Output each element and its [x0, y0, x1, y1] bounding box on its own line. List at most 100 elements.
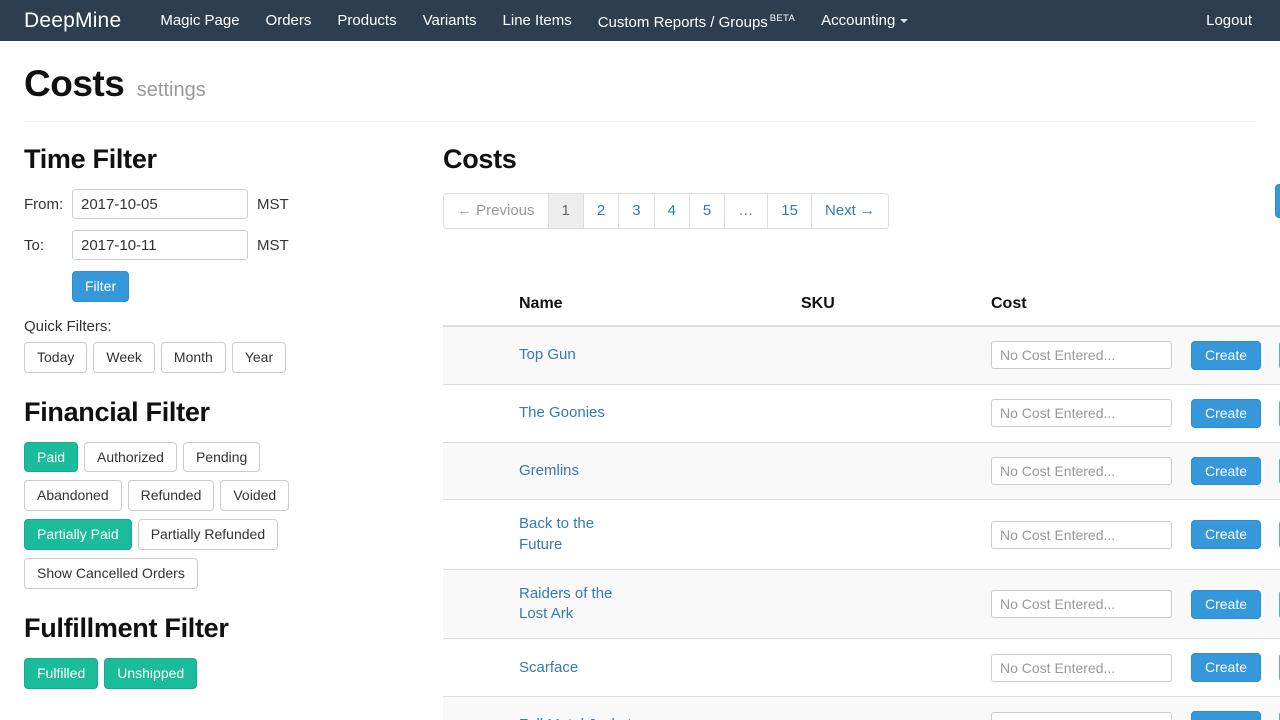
to-timezone-label: MST [257, 237, 289, 254]
costs-table-head: Name SKU Cost [443, 287, 1280, 326]
nav-link-accounting[interactable]: Accounting [808, 0, 921, 41]
pagination-next[interactable]: Next → [812, 194, 888, 228]
table-row: Raiders of the Lost Ark Create Per Variant [443, 569, 1280, 639]
page-header: Costs settings [24, 41, 1256, 122]
product-name-link[interactable]: Scarface [519, 658, 578, 678]
costs-panel: Costs ← Previous12345…15Next → Per Page:… [419, 122, 1280, 720]
column-header-sku: SKU [793, 287, 983, 326]
create-button[interactable]: Create [1191, 590, 1261, 619]
financial-filter-partially-refunded[interactable]: Partially Refunded [138, 519, 278, 550]
costs-panel-title: Costs [443, 144, 1280, 175]
cell-cost [983, 384, 1183, 442]
quick-filter-month[interactable]: Month [161, 342, 226, 373]
logout-link[interactable]: Logout [1194, 0, 1264, 41]
nav-link-products[interactable]: Products [324, 0, 409, 41]
cell-create: Create [1183, 500, 1271, 570]
cell-per-variant: Per Variant [1271, 569, 1280, 639]
cell-name: Back to the Future [443, 500, 793, 570]
cost-input[interactable] [991, 457, 1172, 485]
nav-link-label: Custom Reports / Groups [598, 14, 768, 31]
beta-badge: BETA [770, 13, 795, 24]
fulfillment-filter-fulfilled[interactable]: Fulfilled [24, 658, 98, 689]
nav-link-magic-page[interactable]: Magic Page [147, 0, 252, 41]
brand-logo[interactable]: DeepMine [24, 9, 121, 33]
financial-filter-partially-paid[interactable]: Partially Paid [24, 519, 132, 550]
financial-filter-abandoned[interactable]: Abandoned [24, 480, 122, 511]
create-button[interactable]: Create [1191, 520, 1261, 549]
table-row: Full Metal Jacket Create Per Variant [443, 697, 1280, 720]
cell-sku [793, 326, 983, 384]
create-button[interactable]: Create [1191, 341, 1261, 370]
cell-sku [793, 639, 983, 697]
product-name-link[interactable]: Top Gun [519, 345, 576, 365]
quick-filter-year[interactable]: Year [232, 342, 286, 373]
financial-filter-voided[interactable]: Voided [220, 480, 289, 511]
from-date-input[interactable] [72, 189, 248, 219]
to-date-input[interactable] [72, 230, 248, 260]
costs-table-body: Top Gun Create Per Variant The Goonies Creat… [443, 326, 1280, 720]
pagination-previous: ← Previous [444, 194, 549, 228]
nav-link-orders[interactable]: Orders [253, 0, 325, 41]
cost-input[interactable] [991, 654, 1172, 682]
financial-filter-row: Show Cancelled Orders [24, 558, 419, 597]
cell-create: Create [1183, 569, 1271, 639]
cell-cost [983, 442, 1183, 500]
financial-filter-pending[interactable]: Pending [183, 442, 260, 473]
cost-input[interactable] [991, 521, 1172, 549]
costs-table: Name SKU Cost Top Gun Create Per Variant Th… [443, 287, 1280, 720]
cost-input[interactable] [991, 399, 1172, 427]
cell-cost [983, 569, 1183, 639]
pagination-15[interactable]: 15 [768, 194, 812, 228]
cell-per-variant: Per Variant [1271, 384, 1280, 442]
mass-import-button[interactable]: Mass Import [1275, 184, 1280, 218]
cell-name: Scarface [443, 639, 793, 697]
cost-input[interactable] [991, 590, 1172, 618]
cost-input[interactable] [991, 341, 1172, 369]
cost-input[interactable] [991, 712, 1172, 720]
financial-filter-authorized[interactable]: Authorized [84, 442, 177, 473]
financial-filter-refunded[interactable]: Refunded [128, 480, 215, 511]
create-button[interactable]: Create [1191, 711, 1261, 720]
from-date-label: From: [24, 196, 72, 213]
create-button[interactable]: Create [1191, 399, 1261, 428]
product-name-link[interactable]: Raiders of the Lost Ark [519, 584, 639, 625]
product-name-link[interactable]: Full Metal Jacket [519, 715, 632, 720]
pagination-ellipsis[interactable]: … [725, 194, 768, 228]
product-name-link[interactable]: Back to the Future [519, 514, 639, 555]
cell-name: Full Metal Jacket [443, 697, 793, 720]
pagination-3[interactable]: 3 [619, 194, 654, 228]
product-name-link[interactable]: Gremlins [519, 461, 579, 481]
page-content: Time Filter From: MST To: MST Filter Qui… [0, 122, 1280, 720]
cell-per-variant: Per Variant [1271, 697, 1280, 720]
financial-filter-row: Partially PaidPartially Refunded [24, 519, 419, 558]
nav-link-custom-reports-groups[interactable]: Custom Reports / GroupsBETA [585, 0, 808, 43]
nav-link-variants[interactable]: Variants [410, 0, 490, 41]
pagination-1[interactable]: 1 [549, 194, 584, 228]
quick-filters-label: Quick Filters: [24, 318, 419, 335]
column-header-create [1183, 287, 1271, 326]
quick-filter-week[interactable]: Week [93, 342, 155, 373]
pagination-2[interactable]: 2 [584, 194, 619, 228]
filter-button[interactable]: Filter [72, 271, 129, 302]
financial-filter-paid[interactable]: Paid [24, 442, 78, 473]
cell-sku [793, 500, 983, 570]
cell-sku [793, 697, 983, 720]
nav-link-label: Magic Page [160, 12, 239, 29]
cell-cost [983, 639, 1183, 697]
financial-filter-group: PaidAuthorizedPending AbandonedRefundedVo… [24, 442, 419, 597]
cell-name: Top Gun [443, 326, 793, 384]
product-name-link[interactable]: The Goonies [519, 403, 605, 423]
pagination-5[interactable]: 5 [690, 194, 725, 228]
pagination-4[interactable]: 4 [655, 194, 690, 228]
financial-filter-row: AbandonedRefundedVoided [24, 480, 419, 519]
nav-link-label: Accounting [821, 12, 895, 29]
financial-filter-show-cancelled-orders[interactable]: Show Cancelled Orders [24, 558, 198, 589]
column-header-per-variant [1271, 287, 1280, 326]
fulfillment-filter-unshipped[interactable]: Unshipped [104, 658, 197, 689]
create-button[interactable]: Create [1191, 653, 1261, 682]
costs-table-header-row: Name SKU Cost [443, 287, 1280, 326]
quick-filter-today[interactable]: Today [24, 342, 87, 373]
nav-link-line-items[interactable]: Line Items [490, 0, 585, 41]
filters-sidebar: Time Filter From: MST To: MST Filter Qui… [24, 122, 419, 697]
create-button[interactable]: Create [1191, 457, 1261, 486]
